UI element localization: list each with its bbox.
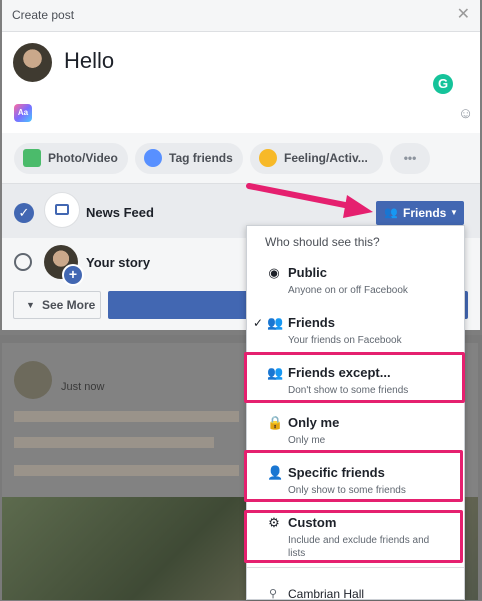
photo-video-label: Photo/Video [48, 151, 118, 165]
highlight-specific-friends [244, 450, 463, 502]
background-post-time: Just now [61, 381, 105, 393]
check-icon: ✓ [253, 316, 264, 330]
menu-divider [247, 567, 464, 568]
highlight-custom [244, 510, 463, 563]
news-feed-checkbox[interactable]: ✓ [14, 203, 34, 223]
chevron-down-icon: ▼ [450, 208, 458, 217]
menu-item-title: Only me [288, 415, 340, 430]
menu-item-title: Friends [288, 315, 335, 330]
news-feed-label: News Feed [86, 205, 154, 220]
feeling-activity-button[interactable]: Feeling/Activ... [250, 143, 383, 174]
close-icon[interactable]: ✕ [457, 6, 470, 24]
tag-friends-button[interactable]: Tag friends [135, 143, 243, 174]
your-story-radio[interactable] [14, 253, 32, 271]
blurred-text [14, 411, 239, 422]
menu-item-subtitle: Anyone on or off Facebook [288, 285, 408, 296]
blurred-text [14, 465, 239, 476]
globe-icon: ◉ [268, 265, 280, 280]
privacy-button-label: Friends [403, 206, 447, 220]
your-story-label[interactable]: Your story [86, 255, 150, 270]
add-story-icon: + [62, 264, 84, 286]
caret-down-icon: ▼ [26, 300, 35, 310]
emoji-icon[interactable]: ☺ [458, 105, 473, 122]
dialog-title: Create post [12, 8, 75, 22]
avatar [13, 43, 52, 82]
dialog-header: Create post ✕ [2, 0, 480, 32]
tag-friends-label: Tag friends [169, 151, 233, 165]
post-text-input[interactable]: Hello [64, 48, 114, 74]
more-icon: ••• [403, 151, 417, 165]
menu-item-title: Public [288, 265, 328, 280]
menu-item-subtitle: Only me [288, 435, 326, 446]
menu-item-subtitle: Your friends on Facebook [288, 335, 402, 346]
post-actions-bar: Photo/Video Tag friends Feeling/Activ...… [2, 133, 480, 184]
dropdown-heading: Who should see this? [265, 235, 380, 249]
menu-item-public[interactable]: ◉ Public Anyone on or off Facebook [247, 256, 464, 306]
friends-icon: 👥 [267, 315, 284, 330]
news-feed-icon [44, 192, 80, 228]
menu-item-cambrian-hall[interactable]: Cambrian Hall [288, 587, 364, 601]
menu-item-only-me[interactable]: 🔒 Only me Only me [247, 406, 464, 456]
photo-video-button[interactable]: Photo/Video [14, 143, 128, 174]
photo-icon [23, 149, 41, 167]
see-more-button[interactable]: ▼ See More [13, 291, 101, 319]
feeling-activity-label: Feeling/Activ... [284, 151, 368, 165]
privacy-friends-button[interactable]: 👥 Friends ▼ [376, 201, 464, 225]
text-background-icon[interactable]: Aa [14, 104, 32, 122]
background-post-avatar [14, 361, 52, 399]
see-more-label: See More [42, 298, 96, 312]
feeling-icon [259, 149, 277, 167]
lock-icon: 🔒 [267, 415, 284, 430]
highlight-friends-except [244, 352, 465, 403]
friends-icon: 👥 [384, 207, 398, 219]
tag-friends-icon [144, 149, 162, 167]
annotation-arrow [246, 183, 373, 218]
privacy-dropdown: Who should see this? ◉ Public Anyone on … [244, 225, 465, 601]
blurred-text [14, 437, 214, 448]
post-composer[interactable]: Hello G Aa ☺ [2, 32, 480, 133]
more-options-button[interactable]: ••• [390, 143, 430, 174]
grammarly-icon[interactable]: G [433, 74, 453, 94]
menu-item-friends[interactable]: ✓ 👥 Friends Your friends on Facebook [247, 306, 464, 356]
list-icon: ⚲ [269, 588, 278, 600]
